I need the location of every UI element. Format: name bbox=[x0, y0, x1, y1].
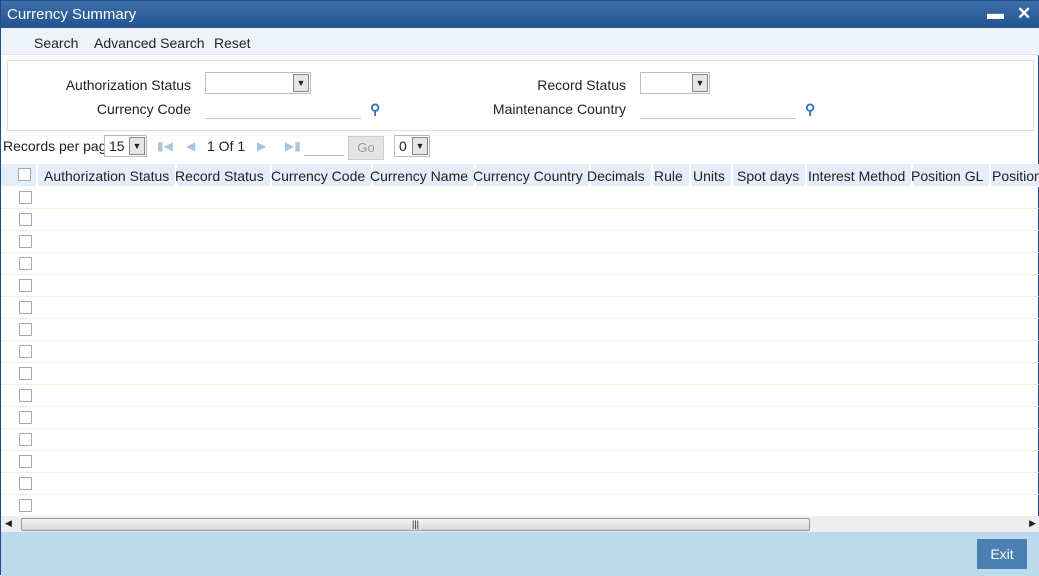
scroll-right-icon[interactable]: ▶ bbox=[1029, 518, 1036, 529]
column-header[interactable]: Rule bbox=[648, 164, 691, 187]
maintenance-country-label: Maintenance Country bbox=[492, 101, 626, 117]
maintenance-country-input[interactable] bbox=[640, 99, 796, 119]
table-row[interactable] bbox=[1, 231, 1039, 253]
row-checkbox[interactable] bbox=[19, 213, 32, 226]
previous-page-icon[interactable]: ◀ bbox=[186, 139, 195, 153]
authorization-status-label: Authorization Status bbox=[65, 77, 191, 93]
column-header[interactable]: Authorization Status bbox=[38, 164, 178, 187]
column-header[interactable]: Decimals bbox=[581, 164, 653, 187]
table-row[interactable] bbox=[1, 187, 1039, 209]
goto-page-select[interactable]: 0 ▼ bbox=[394, 135, 430, 157]
scrollbar-thumb[interactable]: ||| bbox=[21, 518, 810, 531]
records-per-page-select[interactable]: 15 ▼ bbox=[104, 135, 147, 157]
filter-panel: Authorization Status ▼ Currency Code ⚲ R… bbox=[7, 60, 1034, 131]
table-row[interactable] bbox=[1, 451, 1039, 473]
column-header[interactable]: Currency Country bbox=[467, 164, 591, 187]
table-row[interactable] bbox=[1, 253, 1039, 275]
search-button[interactable]: Search bbox=[34, 35, 78, 51]
column-header[interactable]: Spot days bbox=[731, 164, 808, 187]
row-checkbox[interactable] bbox=[19, 257, 32, 270]
row-checkbox[interactable] bbox=[19, 477, 32, 490]
row-checkbox[interactable] bbox=[19, 279, 32, 292]
minimize-icon[interactable]: ▬ bbox=[987, 4, 1004, 24]
column-header[interactable]: Position bbox=[986, 164, 1039, 187]
window-title: Currency Summary bbox=[7, 6, 137, 23]
chevron-down-icon: ▼ bbox=[692, 74, 708, 92]
column-header[interactable]: Currency Name bbox=[364, 164, 477, 187]
row-checkbox[interactable] bbox=[19, 411, 32, 424]
chevron-down-icon: ▼ bbox=[412, 137, 428, 155]
table-row[interactable] bbox=[1, 341, 1039, 363]
exit-button[interactable]: Exit bbox=[977, 539, 1027, 569]
row-checkbox[interactable] bbox=[19, 191, 32, 204]
record-status-label: Record Status bbox=[537, 77, 626, 93]
pagination-bar: Records per page 15 ▼ ▮◀ ◀ 1 Of 1 ▶ ▶▮ Go… bbox=[1, 134, 1039, 160]
search-icon[interactable]: ⚲ bbox=[805, 101, 815, 118]
table-row[interactable] bbox=[1, 209, 1039, 231]
row-checkbox[interactable] bbox=[19, 455, 32, 468]
results-table: Authorization Status Record Status Curre… bbox=[1, 164, 1039, 517]
toolbar: Search Advanced Search Reset bbox=[1, 28, 1039, 55]
column-header[interactable]: Currency Code bbox=[265, 164, 374, 187]
table-row[interactable] bbox=[1, 297, 1039, 319]
table-header: Authorization Status Record Status Curre… bbox=[1, 164, 1039, 187]
horizontal-scrollbar[interactable]: ◀ ||| ▶ bbox=[1, 517, 1039, 532]
records-per-page-label: Records per page bbox=[3, 138, 115, 154]
search-icon[interactable]: ⚲ bbox=[370, 101, 380, 118]
table-row[interactable] bbox=[1, 407, 1039, 429]
column-header[interactable]: Units bbox=[687, 164, 733, 187]
row-checkbox[interactable] bbox=[19, 367, 32, 380]
row-checkbox[interactable] bbox=[19, 301, 32, 314]
row-checkbox[interactable] bbox=[19, 235, 32, 248]
go-button[interactable]: Go bbox=[348, 136, 384, 160]
page-number-input[interactable] bbox=[304, 136, 344, 156]
scroll-left-icon[interactable]: ◀ bbox=[5, 518, 12, 529]
chevron-down-icon: ▼ bbox=[129, 137, 145, 155]
reset-button[interactable]: Reset bbox=[214, 35, 251, 51]
column-header[interactable]: Record Status bbox=[169, 164, 272, 187]
table-row[interactable] bbox=[1, 385, 1039, 407]
advanced-search-button[interactable]: Advanced Search bbox=[94, 35, 205, 51]
row-checkbox[interactable] bbox=[19, 499, 32, 512]
records-per-page-value: 15 bbox=[109, 138, 125, 154]
currency-code-label: Currency Code bbox=[96, 101, 191, 117]
close-icon[interactable]: ✕ bbox=[1017, 4, 1031, 24]
table-row[interactable] bbox=[1, 363, 1039, 385]
table-row[interactable] bbox=[1, 319, 1039, 341]
table-row[interactable] bbox=[1, 429, 1039, 451]
column-header[interactable]: Interest Method bbox=[802, 164, 914, 187]
row-checkbox[interactable] bbox=[19, 323, 32, 336]
record-status-select[interactable]: ▼ bbox=[640, 72, 710, 94]
page-indicator: 1 Of 1 bbox=[207, 138, 246, 154]
goto-page-value: 0 bbox=[399, 138, 407, 154]
table-row[interactable] bbox=[1, 495, 1039, 517]
currency-code-input[interactable] bbox=[205, 99, 361, 119]
column-header[interactable]: Position GL bbox=[905, 164, 992, 187]
footer: Exit bbox=[1, 532, 1039, 576]
authorization-status-select[interactable]: ▼ bbox=[205, 72, 311, 94]
table-row[interactable] bbox=[1, 473, 1039, 495]
chevron-down-icon: ▼ bbox=[293, 74, 309, 92]
table-row[interactable] bbox=[1, 275, 1039, 297]
row-checkbox[interactable] bbox=[19, 389, 32, 402]
first-page-icon[interactable]: ▮◀ bbox=[157, 139, 173, 153]
title-bar: Currency Summary ▬ ✕ bbox=[1, 1, 1039, 28]
select-all-checkbox[interactable] bbox=[18, 168, 31, 181]
row-checkbox[interactable] bbox=[19, 433, 32, 446]
last-page-icon[interactable]: ▶▮ bbox=[285, 139, 301, 153]
row-checkbox[interactable] bbox=[19, 345, 32, 358]
next-page-icon[interactable]: ▶ bbox=[257, 139, 266, 153]
